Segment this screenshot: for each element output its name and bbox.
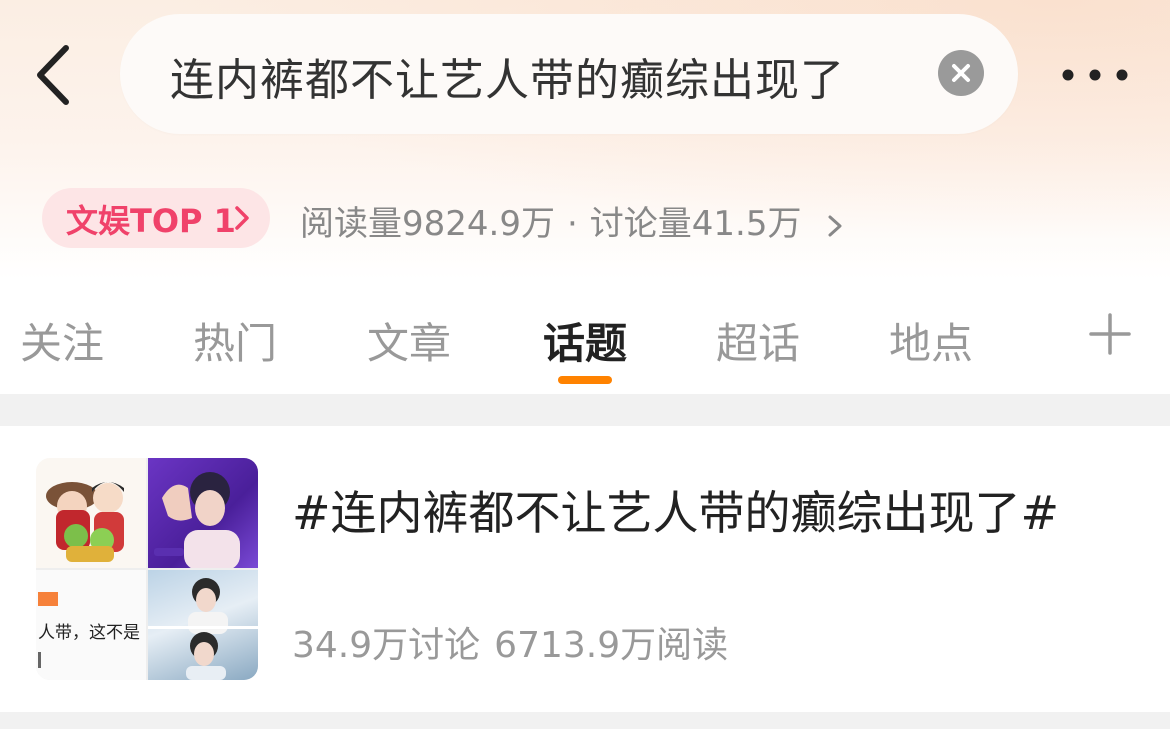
add-tab-button[interactable] bbox=[1088, 312, 1132, 356]
rank-badge[interactable]: 文娱TOP 1 bbox=[42, 188, 270, 248]
stats-separator: · bbox=[566, 204, 578, 244]
section-divider bbox=[0, 394, 1170, 426]
back-button[interactable] bbox=[28, 40, 88, 110]
plus-icon bbox=[1089, 313, 1131, 355]
tab-super-topics[interactable]: 超话 bbox=[716, 310, 800, 371]
chevron-right-icon bbox=[235, 206, 249, 230]
topic-metrics: 34.9万讨论 6713.9万阅读 bbox=[292, 616, 728, 668]
thumbnail-collage-cell: 人带，这不是 bbox=[36, 570, 146, 680]
caption-marker bbox=[38, 592, 58, 606]
topic-thumbnail: 人带，这不是 bbox=[36, 458, 258, 680]
search-input[interactable]: 连内裤都不让艺人带的癫综出现了 bbox=[120, 14, 1018, 134]
more-button[interactable] bbox=[1058, 52, 1132, 98]
tab-follow[interactable]: 关注 bbox=[20, 310, 104, 371]
active-tab-indicator bbox=[558, 376, 612, 384]
rank-badge-label: 文娱TOP 1 bbox=[66, 202, 236, 240]
topic-title[interactable]: #连内裤都不让艺人带的癫综出现了# bbox=[292, 478, 1132, 548]
chevron-left-icon bbox=[37, 45, 69, 105]
chevron-right-icon bbox=[828, 215, 842, 236]
discussion-count: 34.9万讨论 bbox=[292, 625, 481, 666]
tab-topics[interactable]: 话题 bbox=[543, 310, 627, 371]
tab-hot[interactable]: 热门 bbox=[193, 310, 277, 371]
topic-stats-summary[interactable]: 阅读量9824.9万 · 讨论量41.5万 bbox=[300, 196, 844, 245]
discuss-label: 讨论量 bbox=[589, 204, 692, 244]
thumbnail-collage-cell bbox=[148, 458, 258, 568]
thumbnail-collage-cell bbox=[148, 570, 258, 680]
more-dots-icon bbox=[1062, 69, 1128, 81]
tab-bar: 关注 热门 文章 话题 超话 地点 bbox=[0, 290, 1170, 390]
tab-places[interactable]: 地点 bbox=[889, 310, 973, 371]
close-icon bbox=[952, 64, 970, 82]
search-query-text: 连内裤都不让艺人带的癫综出现了 bbox=[170, 55, 845, 106]
topic-result-item[interactable]: 人带，这不是 #连内裤都不让艺人带的癫综出现了# 34.9万讨论 6713.9万阅… bbox=[0, 426, 1170, 712]
tab-articles[interactable]: 文章 bbox=[367, 310, 451, 371]
discuss-value: 41.5万 bbox=[691, 204, 802, 244]
reads-value: 9824.9万 bbox=[402, 204, 555, 244]
read-count: 6713.9万阅读 bbox=[494, 625, 729, 666]
thumbnail-collage-cell bbox=[36, 458, 146, 568]
reads-label: 阅读量 bbox=[300, 204, 402, 244]
caption-bar bbox=[38, 652, 41, 668]
section-divider bbox=[0, 712, 1170, 729]
thumbnail-caption: 人带，这不是 bbox=[38, 623, 140, 643]
clear-search-button[interactable] bbox=[938, 50, 984, 96]
